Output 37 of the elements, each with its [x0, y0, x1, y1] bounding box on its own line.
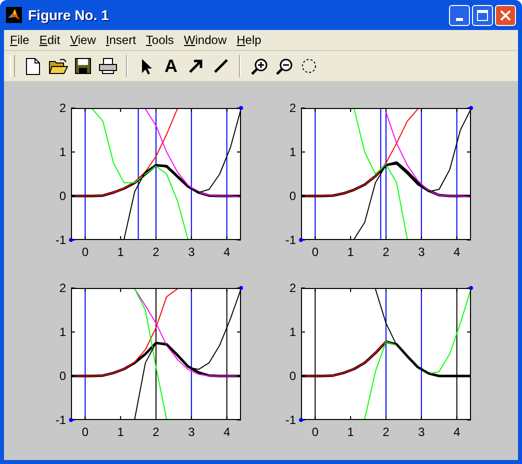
tick-label: 1	[289, 325, 296, 339]
tick-label: 0	[82, 245, 88, 259]
tick-label: 0	[59, 189, 66, 203]
tick-label: 2	[59, 101, 66, 115]
tick-label: 1	[117, 245, 124, 259]
tick-label: 0	[312, 425, 318, 439]
tick-label: 1	[289, 145, 296, 159]
tick-label: -1	[285, 413, 296, 427]
tick-label: 4	[454, 425, 460, 439]
tick-label: 0	[59, 369, 66, 383]
tick-label: 3	[418, 425, 425, 439]
tick-label: 4	[224, 425, 230, 439]
tick-label: 0	[289, 369, 296, 383]
tick-label: 2	[152, 425, 160, 439]
tick-label: 3	[188, 245, 195, 259]
tick-label: 0	[312, 245, 318, 259]
tick-label: 0	[82, 425, 88, 439]
tick-label: 0	[289, 189, 296, 203]
tick-label: 1	[347, 245, 354, 259]
window-title: Figure No. 1	[28, 7, 110, 23]
tick-label: 3	[188, 425, 195, 439]
tick-label: 2	[289, 101, 296, 115]
tick-label: 4	[454, 245, 460, 259]
tick-label: 4	[224, 245, 230, 259]
tick-label: 1	[59, 325, 66, 339]
tick-label: -1	[55, 233, 66, 247]
tick-label: 3	[418, 245, 425, 259]
tick-label: -1	[285, 233, 296, 247]
tick-label: 2	[382, 245, 390, 259]
tick-label: 2	[59, 281, 66, 295]
tick-label: 1	[59, 145, 66, 159]
tick-label: 1	[117, 425, 124, 439]
tick-label: 1	[347, 425, 354, 439]
tick-label: -1	[55, 413, 66, 427]
tick-label: 2	[382, 425, 390, 439]
tick-label: 2	[152, 245, 160, 259]
tick-label: 2	[289, 281, 296, 295]
